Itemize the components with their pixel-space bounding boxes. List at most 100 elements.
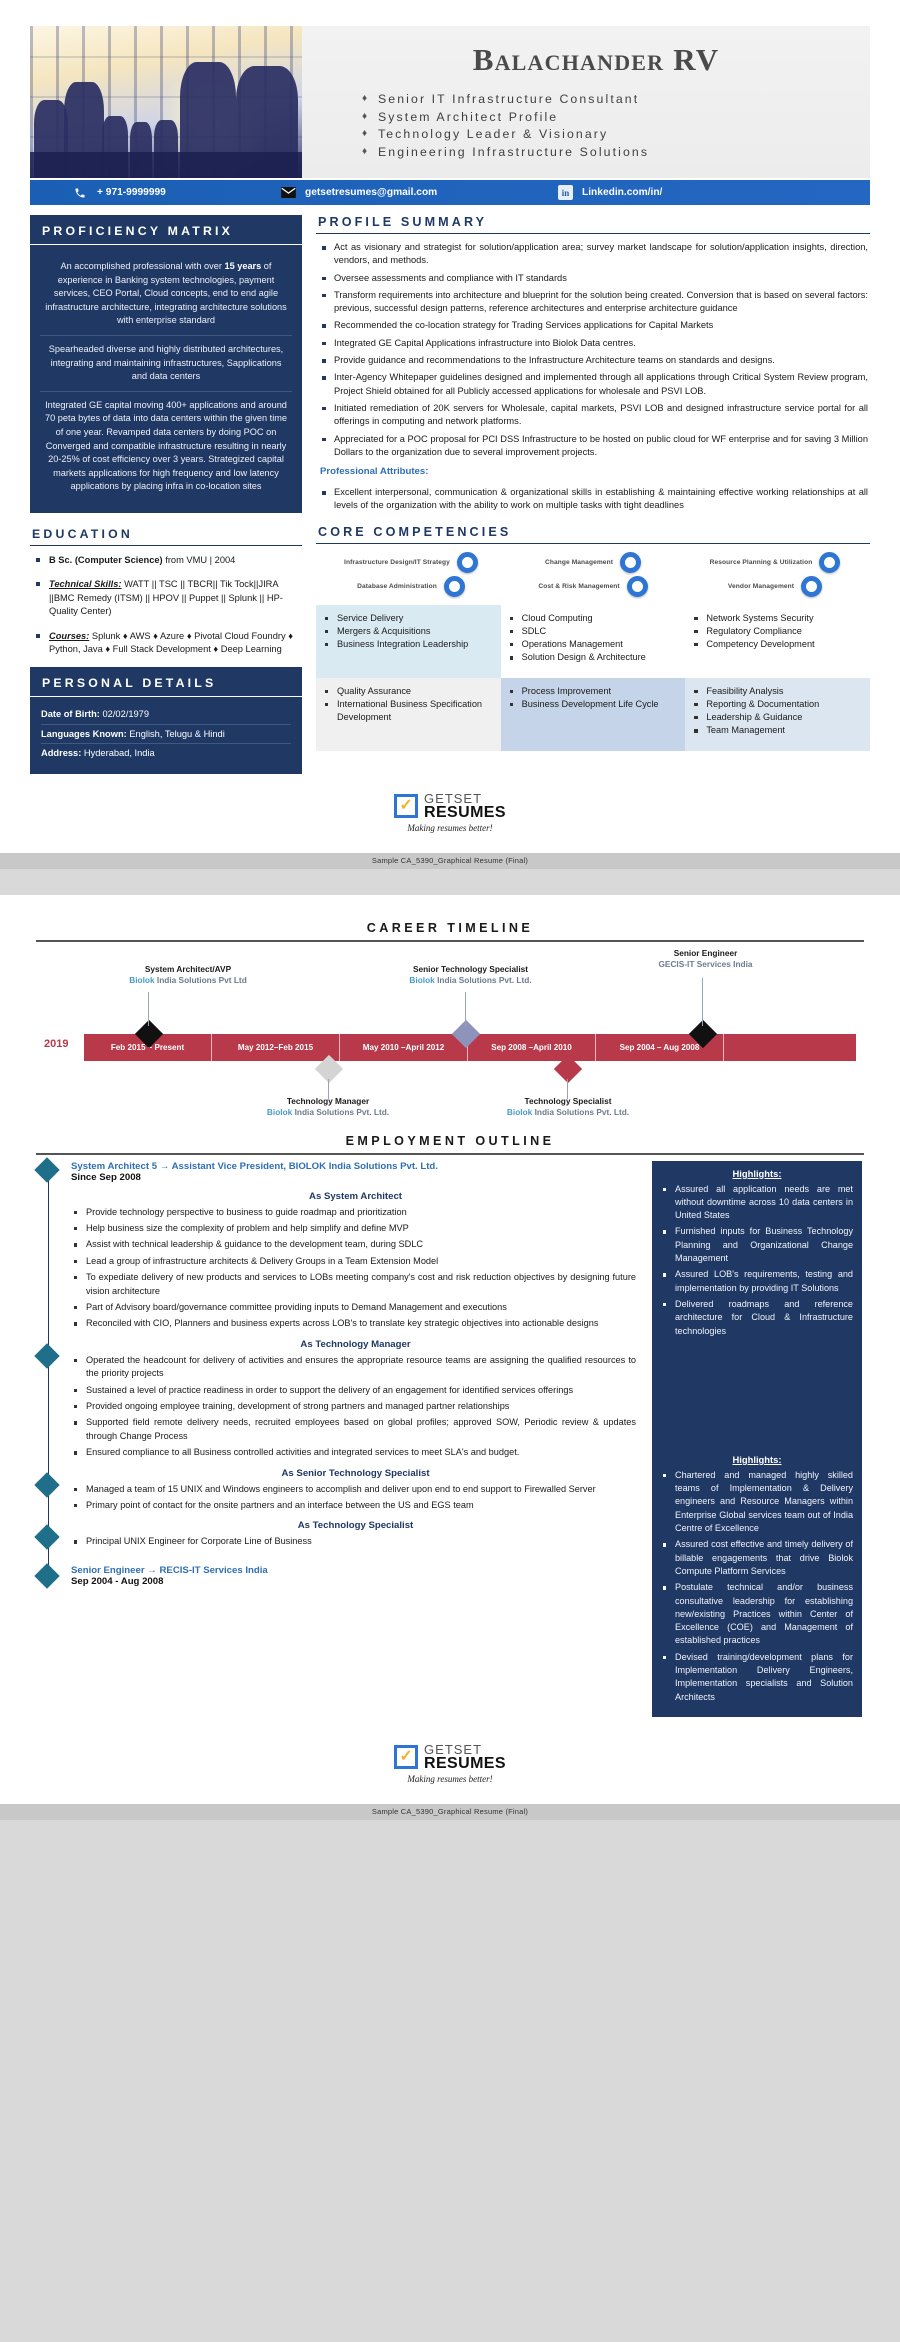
education-item: Technical Skills: WATT || TSC || TBCR|| … — [34, 578, 298, 618]
competency-item: Business Integration Leadership — [322, 638, 495, 651]
competency-cell: Service Delivery Mergers & Acquisitions … — [316, 604, 501, 678]
attribute-bullet: Excellent interpersonal, communication &… — [320, 486, 868, 513]
getset-resumes-logo: ✓ GETSET RESUMES — [394, 792, 506, 821]
profile-bullet: Oversee assessments and compliance with … — [320, 272, 868, 285]
checkmark-icon: ✓ — [394, 794, 419, 819]
highlight-bullet: Assured LOB's requirements, testing and … — [661, 1268, 853, 1295]
timeline-label-above: Senior Technology Specialist Biolok Indi… — [358, 964, 583, 987]
competency-ring-item: Resource Planning & Utilization — [684, 551, 866, 573]
ring-label: Vendor Management — [727, 582, 795, 590]
competency-item: Leadership & Guidance — [691, 711, 864, 724]
timeline-company: GECIS-IT Services India — [658, 959, 753, 970]
proficiency-paragraph: An accomplished professional with over 1… — [40, 253, 292, 336]
timeline-company: Biolok India Solutions Pvt Ltd — [129, 975, 247, 986]
competency-ring-item: Cost & Risk Management — [502, 575, 684, 597]
education-item-lead: B Sc. (Computer Science) — [49, 554, 163, 565]
contact-phone[interactable]: + 971-9999999 — [30, 186, 280, 200]
competency-item: Cloud Computing — [507, 612, 680, 625]
personal-details-section: PERSONAL DETAILS Date of Birth: 02/02/19… — [30, 667, 302, 774]
personal-detail-row: Date of Birth: 02/02/1979 — [41, 705, 291, 725]
timeline-connector — [148, 991, 149, 1026]
competency-item: Team Management — [691, 724, 864, 737]
competency-item: Operations Management — [507, 638, 680, 651]
ring-label: Infrastructure Design/IT Strategy — [344, 558, 450, 566]
competency-item: Feasibility Analysis — [691, 685, 864, 698]
profile-bullet: Recommended the co-location strategy for… — [320, 319, 868, 332]
personal-detail-label: Date of Birth: — [41, 709, 100, 720]
timeline-role: Technology Specialist — [524, 1095, 612, 1106]
competency-cell: Network Systems Security Regulatory Comp… — [685, 604, 871, 678]
circle-icon — [620, 551, 641, 573]
highlights-panel: Highlights: Assured all application need… — [652, 1160, 862, 1369]
header-banner: Balachander RV Senior IT Infrastructure … — [30, 26, 870, 178]
logo-text-top: GETSET — [424, 1741, 483, 1757]
competency-item: SDLC — [507, 625, 680, 638]
timeline-segment: Sep 2008 –April 2010 — [468, 1033, 596, 1061]
header-photo — [30, 26, 302, 178]
competency-rings-row-2: Database Administration Cost & Risk Mana… — [316, 575, 870, 600]
competency-item: Reporting & Documentation — [691, 698, 864, 711]
competency-ring-item: Database Administration — [320, 575, 502, 597]
proficiency-paragraph: Integrated GE capital moving 400+ applic… — [44, 399, 288, 492]
employment-outline-title: EMPLOYMENT OUTLINE — [36, 1134, 864, 1155]
timeline-label-above: System Architect/AVP Biolok India Soluti… — [68, 964, 308, 987]
circle-icon — [626, 575, 648, 597]
contact-email[interactable]: getsetresumes@gmail.com — [280, 186, 558, 200]
competency-cell: Feasibility Analysis Reporting & Documen… — [685, 677, 871, 751]
logo-text-bottom: RESUMES — [424, 1754, 506, 1772]
getset-resumes-logo: ✓ GETSET RESUMES — [394, 1743, 506, 1772]
highlight-bullet: Devised training/development plans for I… — [661, 1651, 853, 1704]
competency-item: Quality Assurance — [322, 685, 495, 698]
proficiency-title: PROFICIENCY MATRIX — [30, 215, 302, 245]
contact-bar: + 971-9999999 getsetresumes@gmail.com in… — [30, 180, 870, 205]
job-title: System Architect 5 → Assistant Vice Pres… — [71, 1160, 438, 1172]
ring-label: Change Management — [544, 558, 613, 566]
job-bullet: Provide technology perspective to busine… — [71, 1206, 636, 1219]
header-taglines: Senior IT Infrastructure Consultant Syst… — [330, 90, 862, 161]
job-bullet: Lead a group of infrastructure architect… — [71, 1255, 636, 1268]
employment-entries: System Architect 5 → Assistant Vice Pres… — [34, 1156, 640, 1589]
checkmark-icon: ✓ — [394, 1745, 419, 1770]
proficiency-paragraph: Spearheaded diverse and highly distribut… — [40, 336, 292, 392]
highlight-bullet: Assured cost effective and timely delive… — [661, 1538, 853, 1578]
timeline-segment: May 2012–Feb 2015 — [212, 1033, 340, 1061]
highlights-column: Highlights: Assured all application need… — [652, 1160, 862, 1717]
job-bullet: Assist with technical leadership & guida… — [71, 1238, 636, 1251]
job-bullet: Managed a team of 15 UNIX and Windows en… — [71, 1483, 636, 1496]
education-item-rest: from VMU | 2004 — [162, 554, 236, 565]
job-bullet: Help business size the complexity of pro… — [71, 1222, 636, 1235]
entry-diamond — [34, 1524, 60, 1551]
competency-table: Service Delivery Mergers & Acquisitions … — [316, 604, 871, 751]
profile-bullet: Transform requirements into architecture… — [320, 289, 868, 316]
education-item-lead: Technical Skills: — [49, 579, 122, 590]
contact-linkedin[interactable]: in Linkedin.com/in/ — [558, 185, 870, 200]
job-bullets: Managed a team of 15 UNIX and Windows en… — [71, 1483, 640, 1513]
competency-cell: Quality Assurance International Business… — [316, 677, 501, 751]
competency-item: Regulatory Compliance — [691, 625, 864, 638]
page-separator — [0, 868, 900, 895]
career-timeline-title: CAREER TIMELINE — [36, 921, 864, 942]
competency-ring-item: Change Management — [502, 551, 684, 573]
logo-tagline: Making resumes better! — [407, 822, 493, 833]
highlight-bullet: Postulate technical and/or business cons… — [661, 1581, 853, 1647]
competency-column: Cloud Computing SDLC Operations Manageme… — [500, 604, 686, 751]
highlights-spacer — [661, 1341, 853, 1359]
ring-label: Database Administration — [357, 582, 437, 590]
ring-label: Cost & Risk Management — [538, 582, 620, 590]
logo-text-top: GETSET — [424, 790, 483, 806]
profile-bullet: Appreciated for a POC proposal for PCI D… — [320, 433, 868, 460]
circle-icon — [819, 551, 841, 573]
linkedin-icon: in — [558, 185, 573, 200]
highlights-title: Highlights: — [732, 1453, 782, 1465]
entry-diamond — [34, 1471, 60, 1498]
competency-cell: Process Improvement Business Development… — [500, 677, 686, 751]
personal-detail-value: Hyderabad, India — [81, 748, 155, 759]
professional-attributes-title: Professional Attributes: — [320, 466, 429, 478]
job-bullet: Provided ongoing employee training, deve… — [71, 1400, 636, 1413]
job-date: Sep 2004 - Aug 2008 — [71, 1575, 164, 1587]
job-bullet: Sustained a level of practice readiness … — [71, 1384, 636, 1397]
role-heading: As Technology Manager — [300, 1338, 411, 1350]
timeline-company: Biolok India Solutions Pvt. Ltd. — [506, 1107, 630, 1118]
personal-detail-label: Address: — [41, 748, 82, 759]
personal-detail-row: Languages Known: English, Telugu & Hindi — [41, 725, 291, 745]
